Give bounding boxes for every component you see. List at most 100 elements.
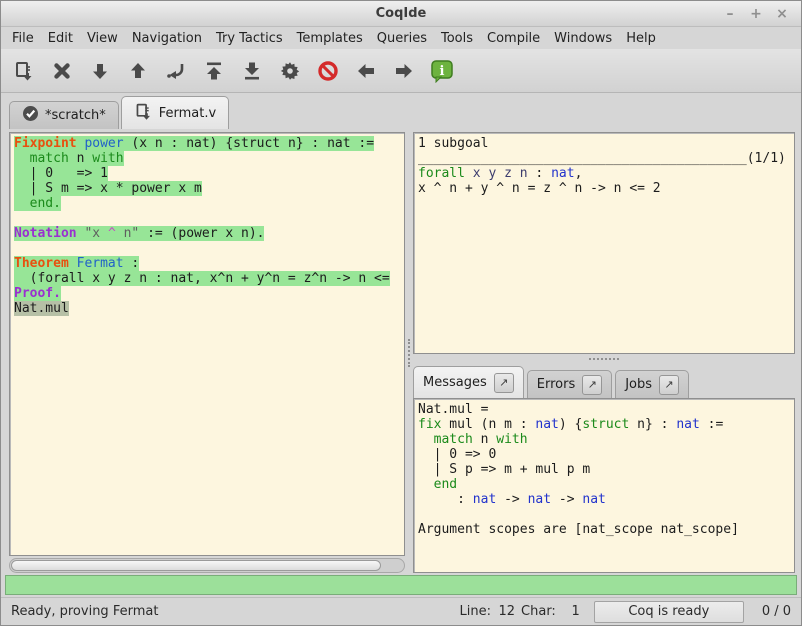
tab-jobs[interactable]: Jobs ↗ bbox=[615, 370, 689, 398]
code-line: end bbox=[418, 477, 794, 492]
script-column: Fixpoint power (x n : nat) {struct n} : … bbox=[9, 132, 405, 573]
code-line: | 0 => 1 bbox=[14, 166, 404, 181]
arrow-up-icon bbox=[127, 60, 149, 82]
code-line: forall x y z n : nat, bbox=[418, 166, 794, 181]
tab-label: Errors bbox=[537, 377, 575, 392]
arrow-left-icon bbox=[355, 60, 377, 82]
status-right: Line: 12 Char: 1 Coq is ready 0 / 0 bbox=[460, 601, 791, 623]
code-line: match n with bbox=[418, 432, 794, 447]
close-icon[interactable]: × bbox=[773, 5, 791, 23]
code-line: Theorem Fermat : bbox=[14, 256, 404, 271]
fully-check-button[interactable] bbox=[275, 56, 305, 86]
scrollbar-thumb[interactable] bbox=[11, 560, 381, 571]
arrow-down-icon bbox=[89, 60, 111, 82]
about-coq-button[interactable]: i bbox=[427, 56, 457, 86]
code-line: Argument scopes are [nat_scope nat_scope… bbox=[418, 522, 794, 537]
backward-step-button[interactable] bbox=[123, 56, 153, 86]
minimize-icon[interactable]: – bbox=[721, 5, 739, 23]
main-area: Fixpoint power (x n : nat) {struct n} : … bbox=[1, 129, 801, 573]
tab-messages[interactable]: Messages ↗ bbox=[413, 366, 524, 398]
menu-item-templates[interactable]: Templates bbox=[290, 29, 370, 48]
gear-icon bbox=[279, 60, 301, 82]
code-line: match n with bbox=[14, 151, 404, 166]
code-line: fix mul (n m : nat) {struct n} : nat := bbox=[418, 417, 794, 432]
page-save-icon bbox=[134, 102, 153, 125]
go-to-start-button[interactable] bbox=[199, 56, 229, 86]
horizontal-scrollbar[interactable] bbox=[9, 558, 405, 573]
code-line: | S p => m + mul p m bbox=[418, 462, 794, 477]
detach-icon[interactable]: ↗ bbox=[659, 375, 679, 395]
save-icon bbox=[13, 60, 35, 82]
menu-item-file[interactable]: File bbox=[5, 29, 41, 48]
code-line: | S m => x * power x m bbox=[14, 181, 404, 196]
menu-item-view[interactable]: View bbox=[80, 29, 125, 48]
message-tabbar: Messages ↗ Errors ↗ Jobs ↗ bbox=[413, 364, 795, 398]
menu-item-edit[interactable]: Edit bbox=[41, 29, 80, 48]
menu-item-compile[interactable]: Compile bbox=[480, 29, 547, 48]
menu-item-help[interactable]: Help bbox=[619, 29, 663, 48]
go-to-cursor-icon bbox=[165, 60, 187, 82]
code-line: (forall x y z n : nat, x^n + y^n = z^n -… bbox=[14, 271, 404, 286]
tab-fermat[interactable]: Fermat.v bbox=[121, 96, 229, 129]
previous-button[interactable] bbox=[351, 56, 381, 86]
menu-item-windows[interactable]: Windows bbox=[547, 29, 619, 48]
go-to-end-button[interactable] bbox=[237, 56, 267, 86]
save-button[interactable] bbox=[9, 56, 39, 86]
interrupt-icon bbox=[317, 60, 339, 82]
detach-icon[interactable]: ↗ bbox=[494, 373, 514, 393]
close-buffer-button[interactable] bbox=[47, 56, 77, 86]
go-to-cursor-button[interactable] bbox=[161, 56, 191, 86]
code-line: Notation "x ^ n" := (power x n). bbox=[14, 226, 404, 241]
code-line: Nat.mul = bbox=[418, 402, 794, 417]
code-line: Fixpoint power (x n : nat) {struct n} : … bbox=[14, 136, 404, 151]
info-bubble-icon: i bbox=[430, 59, 454, 83]
tab-label: Jobs bbox=[625, 377, 652, 392]
char-label: Char: bbox=[521, 604, 556, 619]
script-buffer[interactable]: Fixpoint power (x n : nat) {struct n} : … bbox=[9, 132, 405, 556]
forward-step-button[interactable] bbox=[85, 56, 115, 86]
splitter-handle-icon bbox=[589, 358, 619, 360]
code-line: 1 subgoal bbox=[418, 136, 794, 151]
code-line bbox=[14, 211, 404, 226]
tab-errors[interactable]: Errors ↗ bbox=[527, 370, 612, 398]
arrow-up-bar-icon bbox=[203, 60, 225, 82]
check-circle-icon bbox=[22, 105, 39, 126]
arrow-down-bar-icon bbox=[241, 60, 263, 82]
toolbar: i bbox=[1, 49, 801, 93]
coqide-window: CoqIde – + × FileEditViewNavigationTry T… bbox=[0, 0, 802, 626]
tab-scratch[interactable]: *scratch* bbox=[9, 101, 119, 129]
goals-panel[interactable]: 1 subgoal_______________________________… bbox=[413, 132, 795, 354]
progress-bar bbox=[5, 575, 797, 595]
worker-counter: 0 / 0 bbox=[758, 604, 791, 619]
close-icon bbox=[51, 60, 73, 82]
menu-item-navigation[interactable]: Navigation bbox=[125, 29, 209, 48]
interrupt-button[interactable] bbox=[313, 56, 343, 86]
messages-panel[interactable]: Nat.mul =fix mul (n m : nat) {struct n} … bbox=[413, 398, 795, 573]
horizontal-splitter[interactable] bbox=[413, 354, 795, 364]
splitter-handle-icon bbox=[408, 339, 410, 367]
coq-status-text: Coq is ready bbox=[628, 604, 709, 619]
code-line: end. bbox=[14, 196, 404, 211]
menu-item-queries[interactable]: Queries bbox=[370, 29, 434, 48]
code-line: | 0 => 0 bbox=[418, 447, 794, 462]
coq-status-box: Coq is ready bbox=[594, 601, 744, 623]
code-line: Proof. bbox=[14, 286, 404, 301]
menu-item-tools[interactable]: Tools bbox=[434, 29, 480, 48]
menubar: FileEditViewNavigationTry TacticsTemplat… bbox=[1, 27, 801, 49]
code-line: x ^ n + y ^ n = z ^ n -> n <= 2 bbox=[418, 181, 794, 196]
next-button[interactable] bbox=[389, 56, 419, 86]
char-value: 1 bbox=[562, 604, 580, 619]
window-title: CoqIde bbox=[1, 6, 801, 21]
vertical-splitter[interactable] bbox=[405, 132, 413, 573]
buffer-tabbar: *scratch* Fermat.v bbox=[1, 93, 801, 129]
line-value: 12 bbox=[497, 604, 515, 619]
line-label: Line: bbox=[460, 604, 491, 619]
maximize-icon[interactable]: + bbox=[747, 5, 765, 23]
code-line: ________________________________________… bbox=[418, 151, 794, 166]
code-line bbox=[418, 507, 794, 522]
tab-label: Messages bbox=[423, 375, 487, 390]
menu-item-try-tactics[interactable]: Try Tactics bbox=[209, 29, 290, 48]
arrow-right-icon bbox=[393, 60, 415, 82]
progress-row bbox=[1, 573, 801, 597]
detach-icon[interactable]: ↗ bbox=[582, 375, 602, 395]
